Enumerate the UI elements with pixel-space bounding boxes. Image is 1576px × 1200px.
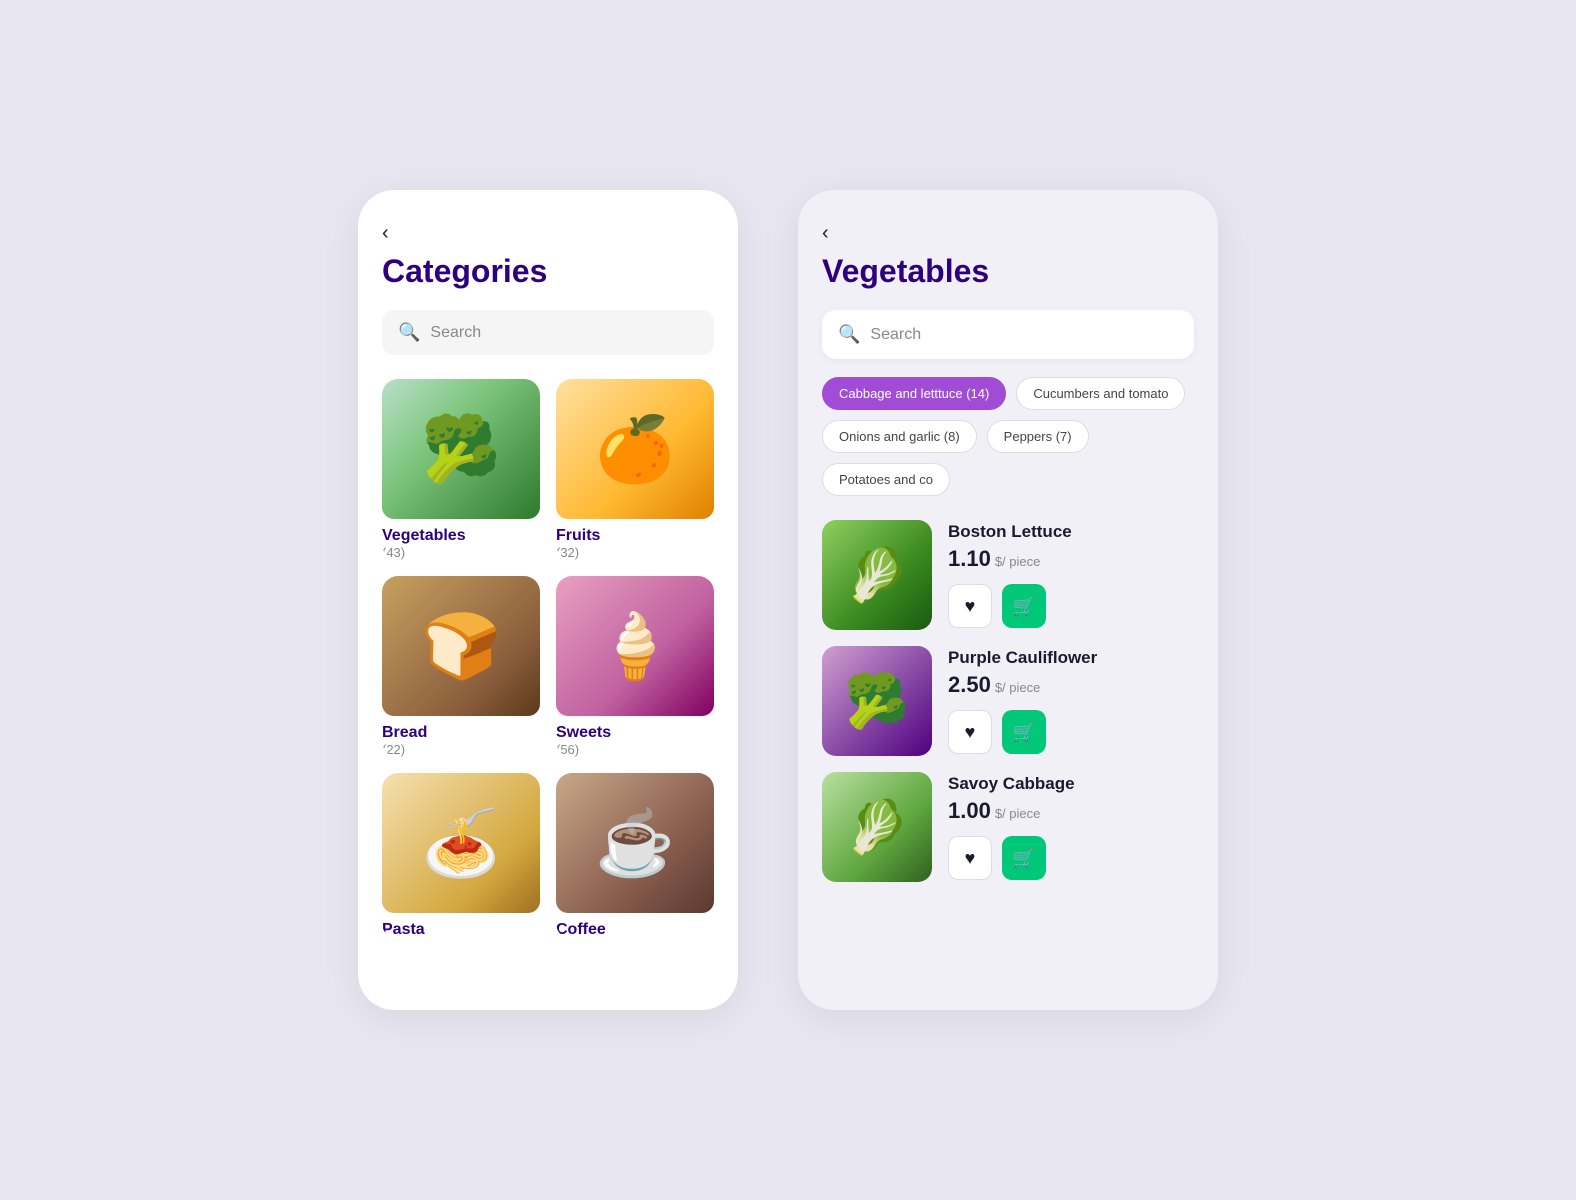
category-card-coffee[interactable]: Coffee [556,773,714,939]
categories-grid: Vegetables (43) Fruits (32) Bread (22) S… [382,379,714,939]
left-phone: ‹ Categories 🔍 Search Vegetables (43) Fr… [358,190,738,1010]
product-img-cabbage [822,772,932,882]
category-card-bread[interactable]: Bread (22) [382,576,540,757]
search-bar-right[interactable]: 🔍 Search [822,310,1194,359]
product-actions-cauliflower: ♥ 🛒 [948,710,1194,754]
back-button-right[interactable]: ‹ [822,222,829,245]
category-name-sweets: Sweets [556,724,714,742]
product-name-lettuce: Boston Lettuce [948,522,1194,542]
product-price-row-lettuce: 1.10 $/ piece [948,546,1194,572]
category-img-pasta [382,773,540,913]
search-icon-right: 🔍 [838,324,860,345]
category-name-pasta: Pasta [382,921,540,939]
product-unit-cauliflower: $/ piece [995,680,1041,695]
category-name-fruits: Fruits [556,527,714,545]
search-placeholder-right: Search [870,326,921,344]
filter-chip-onions[interactable]: Onions and garlic (8) [822,420,977,453]
product-name-cabbage: Savoy Cabbage [948,774,1194,794]
product-actions-lettuce: ♥ 🛒 [948,584,1194,628]
favorite-button-lettuce[interactable]: ♥ [948,584,992,628]
back-button-left[interactable]: ‹ [382,222,389,245]
category-card-sweets[interactable]: Sweets (56) [556,576,714,757]
search-placeholder-left: Search [430,324,481,342]
page-title-left: Categories [382,253,714,290]
favorite-button-cauliflower[interactable]: ♥ [948,710,992,754]
category-count-fruits: (32) [556,545,714,560]
add-to-cart-button-cabbage[interactable]: 🛒 [1002,836,1046,880]
page-title-right: Vegetables [822,253,1194,290]
category-img-fruits [556,379,714,519]
product-price-row-cauliflower: 2.50 $/ piece [948,672,1194,698]
filter-chip-cabbage[interactable]: Cabbage and letttuce (14) [822,377,1006,410]
category-name-bread: Bread [382,724,540,742]
category-img-bread [382,576,540,716]
filter-chip-cucumbers[interactable]: Cucumbers and tomato [1016,377,1185,410]
product-unit-cabbage: $/ piece [995,806,1041,821]
product-card-cauliflower: Purple Cauliflower 2.50 $/ piece ♥ 🛒 [822,646,1194,756]
category-count-vegetables: (43) [382,545,540,560]
product-info-cabbage: Savoy Cabbage 1.00 $/ piece ♥ 🛒 [948,774,1194,880]
product-list: Boston Lettuce 1.10 $/ piece ♥ 🛒 Purple … [822,520,1194,882]
add-to-cart-button-cauliflower[interactable]: 🛒 [1002,710,1046,754]
product-card-lettuce: Boston Lettuce 1.10 $/ piece ♥ 🛒 [822,520,1194,630]
filter-chip-potatoes[interactable]: Potatoes and co [822,463,950,496]
add-to-cart-button-lettuce[interactable]: 🛒 [1002,584,1046,628]
product-price-cabbage: 1.00 [948,798,991,824]
category-card-pasta[interactable]: Pasta [382,773,540,939]
category-name-coffee: Coffee [556,921,714,939]
category-img-coffee [556,773,714,913]
product-actions-cabbage: ♥ 🛒 [948,836,1194,880]
category-img-vegetables [382,379,540,519]
favorite-button-cabbage[interactable]: ♥ [948,836,992,880]
product-price-row-cabbage: 1.00 $/ piece [948,798,1194,824]
search-icon-left: 🔍 [398,322,420,343]
product-unit-lettuce: $/ piece [995,554,1041,569]
product-card-cabbage: Savoy Cabbage 1.00 $/ piece ♥ 🛒 [822,772,1194,882]
category-card-vegetables[interactable]: Vegetables (43) [382,379,540,560]
right-phone: ‹ Vegetables 🔍 Search Cabbage and letttu… [798,190,1218,1010]
filter-chips: Cabbage and letttuce (14) Cucumbers and t… [822,377,1194,496]
product-info-lettuce: Boston Lettuce 1.10 $/ piece ♥ 🛒 [948,522,1194,628]
product-name-cauliflower: Purple Cauliflower [948,648,1194,668]
product-img-lettuce [822,520,932,630]
product-price-lettuce: 1.10 [948,546,991,572]
category-card-fruits[interactable]: Fruits (32) [556,379,714,560]
category-count-bread: (22) [382,742,540,757]
category-img-sweets [556,576,714,716]
product-price-cauliflower: 2.50 [948,672,991,698]
category-count-sweets: (56) [556,742,714,757]
product-img-cauliflower [822,646,932,756]
product-info-cauliflower: Purple Cauliflower 2.50 $/ piece ♥ 🛒 [948,648,1194,754]
category-name-vegetables: Vegetables [382,527,540,545]
search-bar-left[interactable]: 🔍 Search [382,310,714,355]
filter-chip-peppers[interactable]: Peppers (7) [987,420,1089,453]
